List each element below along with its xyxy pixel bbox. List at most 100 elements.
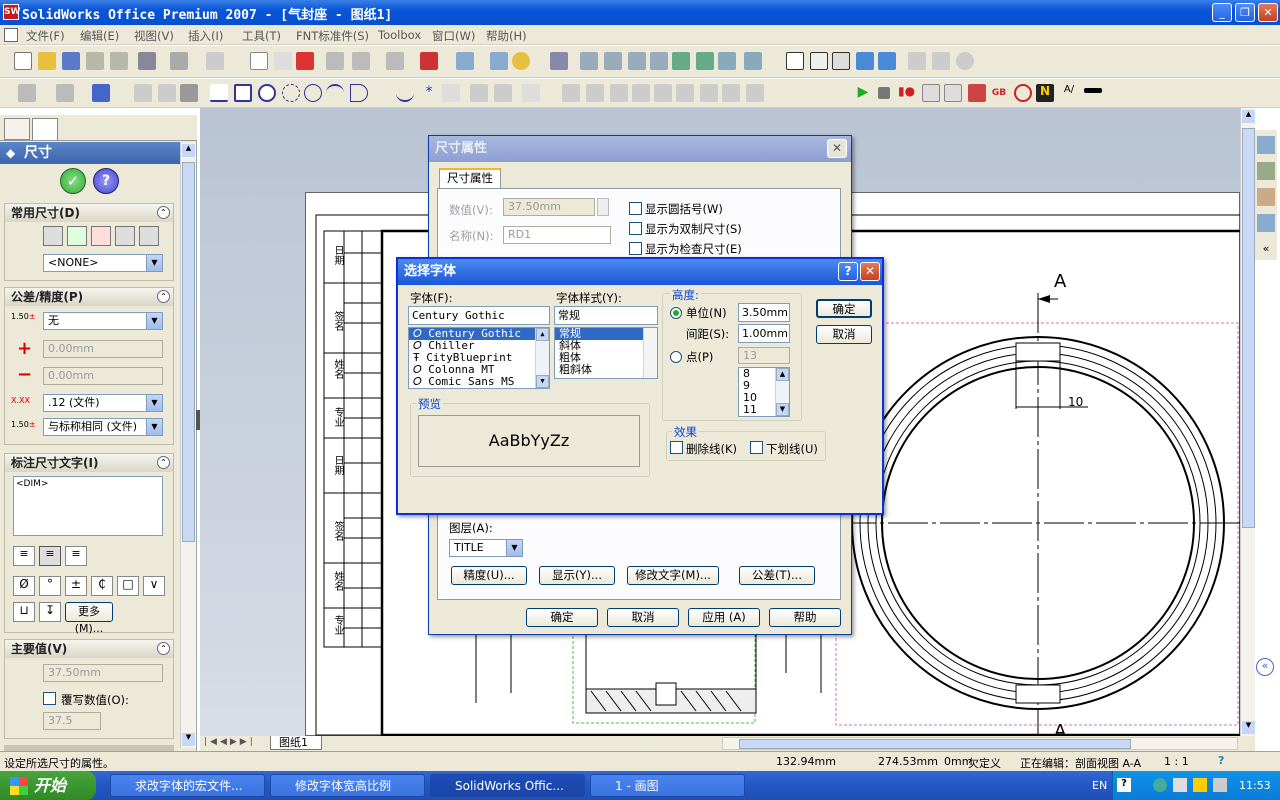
centerline-symbol-icon[interactable]: ₵ [91, 576, 113, 596]
tolerance-button[interactable]: 公差(T)... [739, 566, 815, 585]
point-list-scrollbar[interactable]: ▲ ▼ [775, 368, 789, 416]
dim-cancel-button[interactable]: 取消 [607, 608, 679, 627]
sheet-nav-arrows-icon[interactable]: |◀◀▶▶| [204, 737, 256, 747]
counterbore-icon[interactable]: ⊔ [13, 602, 35, 622]
dim-text-header[interactable]: 标注尺寸文字(I) ⌃ [5, 454, 173, 472]
align-right-icon[interactable]: ≡ [65, 546, 87, 566]
sketch-icon[interactable] [180, 84, 198, 102]
scroll-up-icon[interactable]: ▲ [776, 368, 789, 381]
menu-tools[interactable]: 工具(T) [242, 28, 281, 44]
rebuild-icon[interactable] [296, 52, 314, 70]
property-tab[interactable] [32, 118, 58, 140]
canvas-hscroll[interactable] [722, 737, 1238, 750]
explorer-icon[interactable] [1257, 188, 1275, 206]
dim-value-spinner[interactable] [597, 198, 609, 216]
circle-icon[interactable] [258, 84, 276, 102]
align-center-icon[interactable]: ≡ [39, 546, 61, 566]
scroll-up-icon[interactable]: ▲ [536, 328, 549, 341]
hidden-removed-icon[interactable] [832, 52, 850, 70]
scroll-down-icon[interactable]: ▼ [1242, 721, 1255, 734]
pan-icon[interactable] [696, 52, 714, 70]
font-style-item[interactable]: 粗斜体 [555, 364, 657, 376]
ok-check-icon[interactable]: ✓ [60, 168, 86, 194]
undo-icon[interactable] [170, 52, 188, 70]
balloon-icon[interactable] [700, 84, 718, 102]
shield-icon[interactable] [1193, 778, 1207, 792]
font-style-list[interactable]: 常规 斜体 粗体 粗斜体 [554, 327, 658, 379]
menu-file[interactable]: 文件(F) [26, 28, 65, 44]
align-left-icon[interactable]: ≡ [13, 546, 35, 566]
edit-macro-icon[interactable] [944, 84, 962, 102]
help-question-icon[interactable]: ? [93, 168, 119, 194]
plus-tolerance-input[interactable]: 0.00mm [43, 340, 163, 358]
canvas-hscroll-thumb[interactable] [739, 739, 1131, 749]
block-icon[interactable] [746, 84, 764, 102]
dim-help-button[interactable]: 帮助 [769, 608, 841, 627]
layer-icon[interactable] [18, 84, 36, 102]
style-list-scrollbar[interactable] [643, 328, 657, 378]
load-style-icon[interactable] [43, 226, 63, 246]
add-style-icon[interactable] [67, 226, 87, 246]
menu-view[interactable]: 视图(V) [134, 28, 174, 44]
arc-icon[interactable] [282, 84, 300, 102]
status-help-icon[interactable]: ? [1218, 754, 1232, 768]
shaded-icon[interactable] [878, 52, 896, 70]
collapse-icon[interactable]: ⌃ [157, 456, 170, 469]
open-icon[interactable] [38, 52, 56, 70]
show-parentheses-checkbox[interactable] [629, 202, 642, 215]
text-a-icon[interactable]: A/ [1060, 84, 1078, 102]
diameter-icon[interactable]: Ø [13, 576, 35, 596]
dim-value-input[interactable]: 37.50mm [503, 198, 595, 216]
record-macro-icon[interactable]: ▮● [898, 84, 916, 102]
select-icon[interactable] [250, 52, 268, 70]
font-ok-button[interactable]: 确定 [816, 299, 872, 318]
crosshair-icon[interactable] [1014, 84, 1032, 102]
primary-value-input[interactable]: 37.50mm [43, 664, 163, 682]
doc-icon[interactable] [4, 28, 18, 42]
repair-icon[interactable] [522, 84, 540, 102]
spline-icon[interactable] [396, 84, 414, 102]
options-icon[interactable] [490, 52, 508, 70]
inspection-dim-checkbox[interactable] [629, 242, 642, 255]
wireframe-icon[interactable] [786, 52, 804, 70]
auto-balloon-icon[interactable] [722, 84, 740, 102]
minus-tolerance-input[interactable]: 0.00mm [43, 367, 163, 385]
font-style-input[interactable]: 常规 [554, 306, 658, 325]
unit-input[interactable]: 3.50mm [738, 303, 790, 322]
point-icon[interactable]: * [420, 84, 438, 102]
section-icon[interactable] [718, 52, 736, 70]
shadow-icon[interactable] [908, 52, 926, 70]
update-style-icon[interactable] [139, 226, 159, 246]
line-format-icon[interactable] [56, 84, 74, 102]
network-icon[interactable] [1153, 778, 1167, 792]
layer-select[interactable]: TITLE ▼ [449, 539, 523, 557]
tolerance-header[interactable]: 公差/精度(P) ⌃ [5, 288, 173, 306]
tolerance-type-select[interactable]: 无 ▼ [43, 312, 163, 330]
tray-icon-2[interactable] [1173, 778, 1187, 792]
task-font-ratio[interactable]: 修改字体宽高比例 [270, 774, 425, 797]
font-list-item[interactable]: 𝑂 Comic Sans MS [409, 376, 549, 388]
palette-icon[interactable] [1257, 214, 1275, 232]
scroll-thumb[interactable] [182, 162, 195, 542]
window-layout-icon[interactable] [456, 52, 474, 70]
collapse-icon[interactable]: ⌃ [157, 290, 170, 303]
material-icon[interactable] [420, 52, 438, 70]
surface-finish-icon[interactable] [562, 84, 580, 102]
dual-dim-checkbox[interactable] [629, 222, 642, 235]
override-checkbox[interactable] [43, 692, 56, 705]
minimize-button[interactable]: _ [1212, 3, 1232, 22]
font-cancel-button[interactable]: 取消 [816, 325, 872, 344]
relation-icon[interactable] [470, 84, 488, 102]
view-orient-icon[interactable] [744, 52, 762, 70]
sketch-line-icon[interactable] [210, 84, 228, 102]
modify-text-button[interactable]: 修改文字(M)... [627, 566, 719, 585]
line-weight-icon[interactable] [1084, 88, 1102, 93]
dimension-text-10[interactable]: 10 [1068, 395, 1083, 409]
scroll-down-icon[interactable]: ▼ [182, 733, 195, 746]
task-paint[interactable]: 1 - 画图 [590, 774, 745, 797]
font-dialog-help-icon[interactable]: ? [838, 262, 858, 281]
degree-icon[interactable]: ° [39, 576, 61, 596]
plusminus-icon[interactable]: ± [65, 576, 87, 596]
home-icon[interactable] [1257, 136, 1275, 154]
display-relation-icon[interactable] [494, 84, 512, 102]
